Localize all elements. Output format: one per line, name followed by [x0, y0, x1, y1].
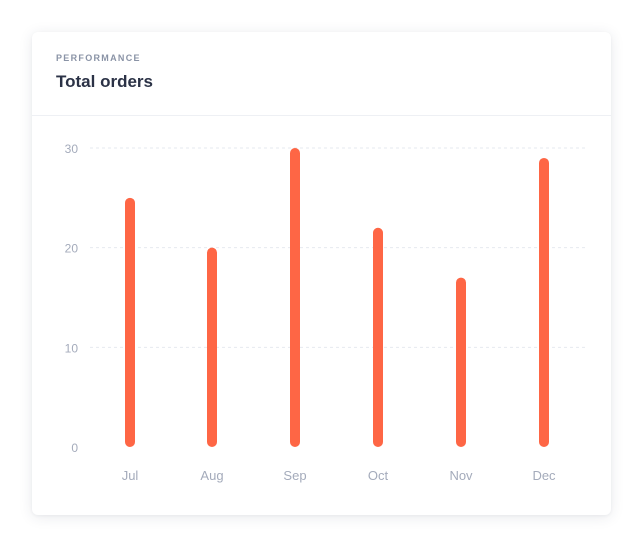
y-tick-label: 30: [65, 142, 79, 156]
y-tick-label: 10: [65, 341, 79, 355]
x-tick-label-sep: Sep: [283, 468, 306, 483]
x-tick-label-dec: Dec: [532, 468, 556, 483]
x-tick-label-aug: Aug: [200, 468, 223, 483]
bar-dec[interactable]: [539, 157, 549, 447]
bar-chart: 0 10 20 30 Jul Aug Sep Oct Nov Dec: [65, 142, 585, 483]
bar-oct[interactable]: [373, 227, 383, 447]
x-tick-label-nov: Nov: [449, 468, 473, 483]
y-tick-label: 20: [65, 242, 79, 256]
bar-sep[interactable]: [290, 148, 300, 447]
x-tick-label-oct: Oct: [368, 468, 389, 483]
x-tick-label-jul: Jul: [122, 468, 139, 483]
bar-aug[interactable]: [207, 247, 217, 447]
bar-nov[interactable]: [456, 277, 466, 447]
y-tick-label: 0: [71, 441, 78, 455]
bar-jul[interactable]: [125, 197, 135, 447]
